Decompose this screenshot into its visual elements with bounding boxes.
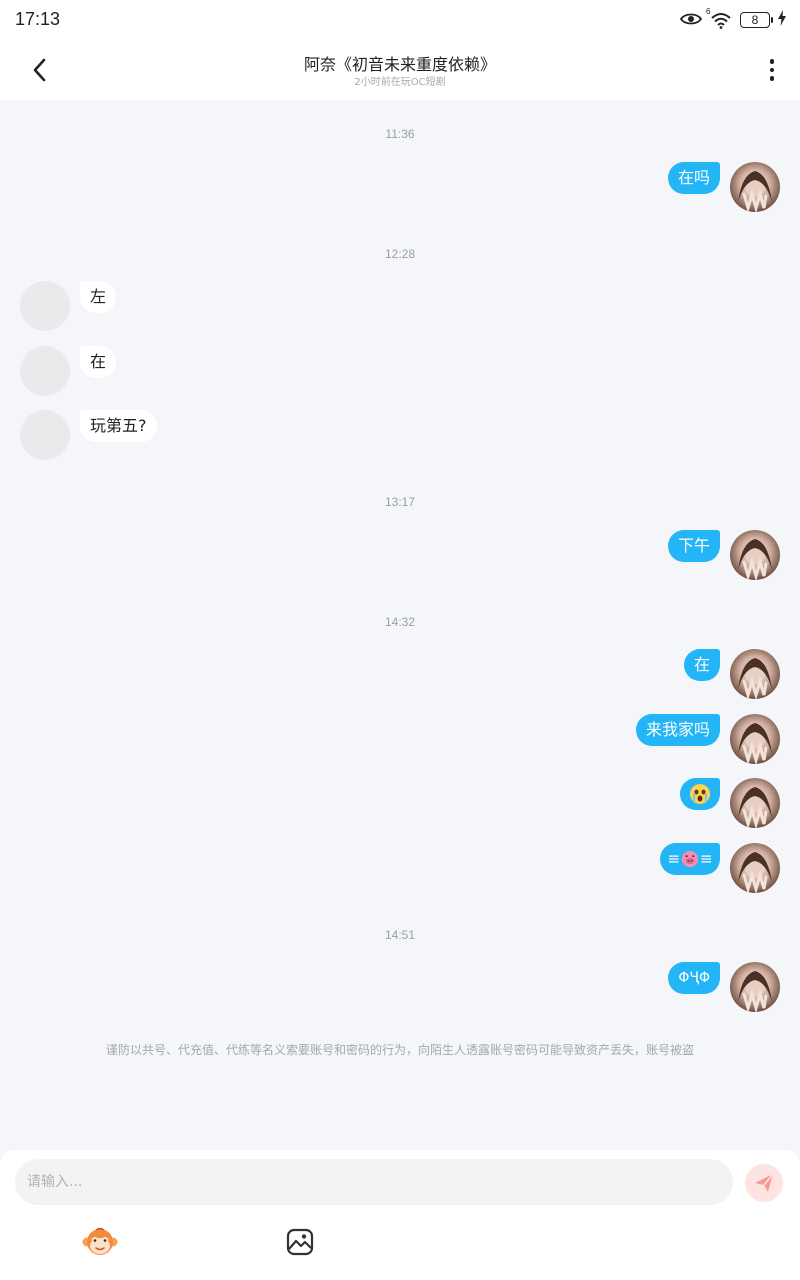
message-bubble-self[interactable]: ΦҶΦ <box>668 962 720 994</box>
image-icon <box>286 1228 314 1256</box>
timestamp: 14:51 <box>384 928 416 942</box>
timestamp: 12:28 <box>384 247 416 261</box>
message-input[interactable] <box>15 1159 733 1205</box>
message-bubble-self[interactable]: 在吗 <box>667 162 720 194</box>
status-icons: 6 8 <box>679 7 786 30</box>
security-notice: 谨防以共号、代充值、代练等名义索要账号和密码的行为，向陌生人透露账号密码可能导致… <box>105 1043 694 1057</box>
contact-name: 阿奈《初音未来重度依赖》 <box>303 55 496 74</box>
timestamp: 13:17 <box>384 495 416 509</box>
self-avatar[interactable] <box>730 649 780 699</box>
message-bubble-self[interactable]: 下午 <box>667 530 720 562</box>
self-avatar[interactable] <box>730 714 780 764</box>
self-avatar[interactable] <box>730 843 780 893</box>
self-avatar[interactable] <box>730 778 780 828</box>
more-options-button[interactable] <box>762 54 782 86</box>
wifi-icon: 6 <box>706 7 732 29</box>
chat-header: 阿奈《初音未来重度依赖》 2小时前在玩OC短剧 <box>0 40 800 100</box>
message-bubble-other[interactable]: 玩第五? <box>80 410 157 442</box>
back-arrow-icon <box>33 58 46 82</box>
crying-face-emoji-icon <box>690 784 710 804</box>
back-button[interactable] <box>24 54 56 86</box>
message-bubble-self[interactable]: 来我家吗 <box>635 714 720 746</box>
timestamp: 14:32 <box>384 615 416 629</box>
message-bubble-other[interactable]: 左 <box>80 281 117 313</box>
monkey-sticker-icon <box>82 1227 118 1255</box>
charging-icon <box>778 10 786 30</box>
input-bar <box>0 1150 800 1280</box>
battery-level: 8 <box>751 13 759 27</box>
self-avatar[interactable] <box>730 162 780 212</box>
message-bubble-emoji[interactable] <box>660 843 720 875</box>
eye-icon <box>679 11 703 30</box>
chat-area[interactable]: 11:36 在吗 12:28 左 在 玩第五? 13:17 下午 14:32 在… <box>0 100 800 1150</box>
pig-face-emoji-icon <box>668 850 712 868</box>
message-bubble-self[interactable]: 在 <box>683 649 720 681</box>
image-button[interactable] <box>282 1225 318 1259</box>
contact-status: 2小时前在玩OC短剧 <box>354 77 446 88</box>
status-bar: 17:13 6 8 <box>0 0 800 40</box>
sticker-button[interactable] <box>82 1225 118 1259</box>
send-button[interactable] <box>745 1164 783 1202</box>
contact-avatar[interactable] <box>20 346 70 396</box>
status-time: 17:13 <box>15 9 61 29</box>
message-bubble-other[interactable]: 在 <box>80 346 117 378</box>
self-avatar[interactable] <box>730 962 780 1012</box>
battery-icon: 8 <box>740 12 773 28</box>
network-label: 6 <box>706 7 711 16</box>
contact-avatar[interactable] <box>20 410 70 460</box>
contact-avatar[interactable] <box>20 281 70 331</box>
self-avatar[interactable] <box>730 530 780 580</box>
send-icon <box>755 1173 774 1192</box>
message-bubble-emoji[interactable] <box>680 778 720 810</box>
timestamp: 11:36 <box>385 127 415 141</box>
